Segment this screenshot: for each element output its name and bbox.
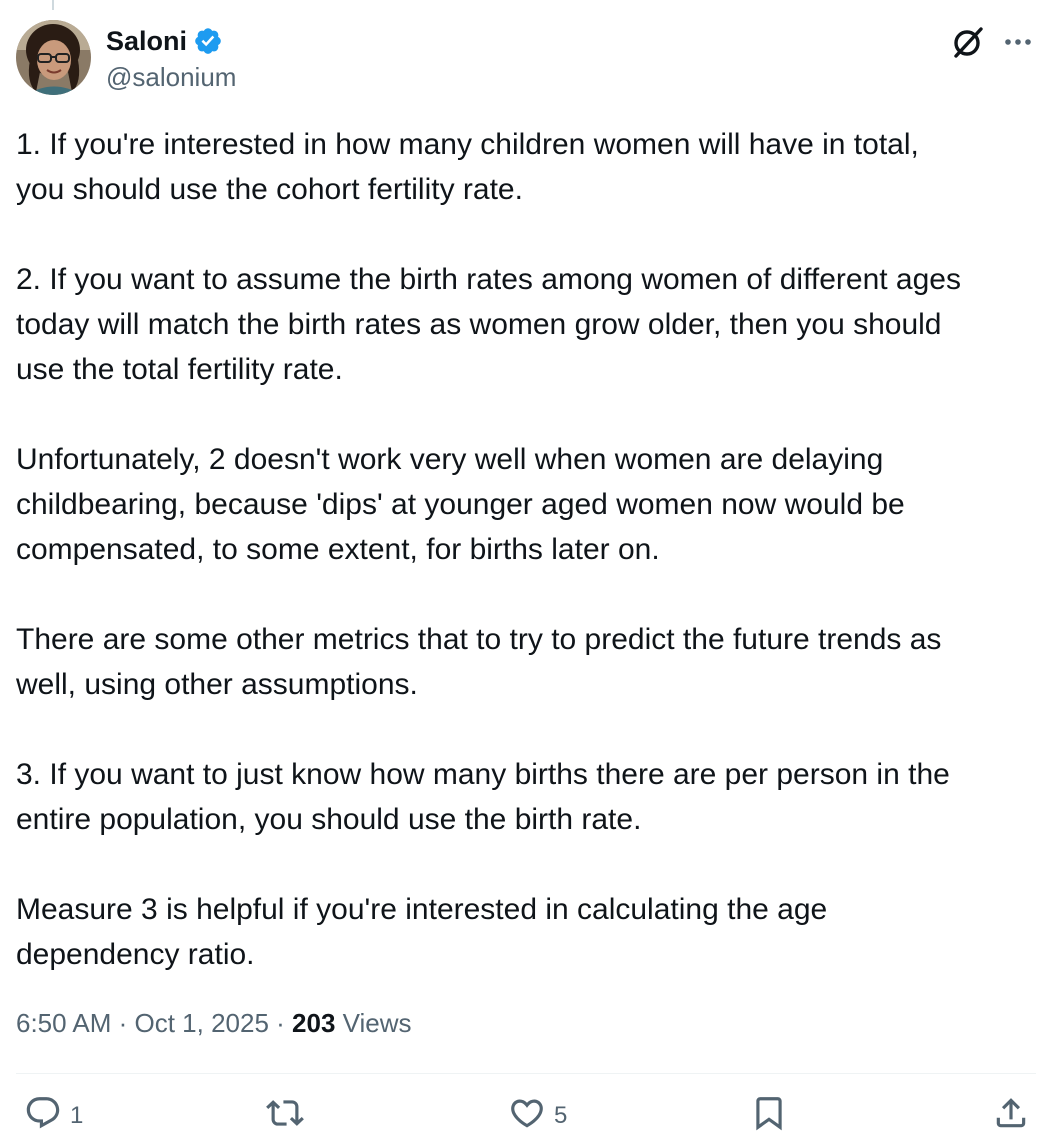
like-icon <box>508 1094 546 1137</box>
tweet-date[interactable]: Oct 1, 2025 <box>135 1008 269 1038</box>
meta-separator: · <box>268 1008 293 1038</box>
tweet-paragraph: There are some other metrics that to try… <box>16 623 942 701</box>
more-icon[interactable] <box>1000 24 1036 60</box>
tweet-header: Saloni @salonium <box>16 20 1036 96</box>
views-label: Views <box>335 1008 412 1038</box>
tweet-paragraph: Unfortunately, 2 doesn't work very well … <box>16 443 905 566</box>
header-actions <box>950 24 1036 60</box>
tweet-time[interactable]: 6:50 AM <box>16 1008 111 1038</box>
tweet-paragraph: 1. If you're interested in how many chil… <box>16 128 919 206</box>
bookmark-button[interactable] <box>750 1094 796 1137</box>
tweet-paragraph: 2. If you want to assume the birth rates… <box>16 263 961 386</box>
reply-button[interactable]: 1 <box>24 1094 83 1137</box>
author-display-name[interactable]: Saloni <box>106 26 187 57</box>
avatar[interactable] <box>16 20 91 95</box>
share-button[interactable] <box>992 1094 1038 1137</box>
tweet-metadata: 6:50 AM · Oct 1, 2025 · 203 Views <box>16 1008 412 1039</box>
tweet-text: 1. If you're interested in how many chil… <box>16 122 1036 977</box>
divider <box>16 1073 1036 1074</box>
grok-icon[interactable] <box>950 24 986 60</box>
share-icon <box>992 1094 1030 1137</box>
name-row: Saloni <box>106 22 236 60</box>
author-handle[interactable]: @salonium <box>106 62 236 93</box>
meta-separator: · <box>111 1008 135 1038</box>
tweet-action-bar: 1 5 <box>16 1094 1036 1146</box>
views-count: 203 <box>292 1008 336 1038</box>
tweet-paragraph: 3. If you want to just know how many bir… <box>16 758 950 836</box>
like-button[interactable]: 5 <box>508 1094 567 1137</box>
tweet-paragraph: Measure 3 is helpful if you're intereste… <box>16 893 828 971</box>
reply-icon <box>24 1094 62 1137</box>
author-info: Saloni @salonium <box>106 22 236 93</box>
repost-button[interactable] <box>266 1094 312 1137</box>
verified-badge-icon[interactable] <box>193 26 223 56</box>
reply-count: 1 <box>70 1101 84 1129</box>
repost-icon <box>266 1094 304 1137</box>
like-count: 5 <box>554 1101 568 1129</box>
thread-connector-line <box>52 0 54 10</box>
bookmark-icon <box>750 1094 788 1137</box>
